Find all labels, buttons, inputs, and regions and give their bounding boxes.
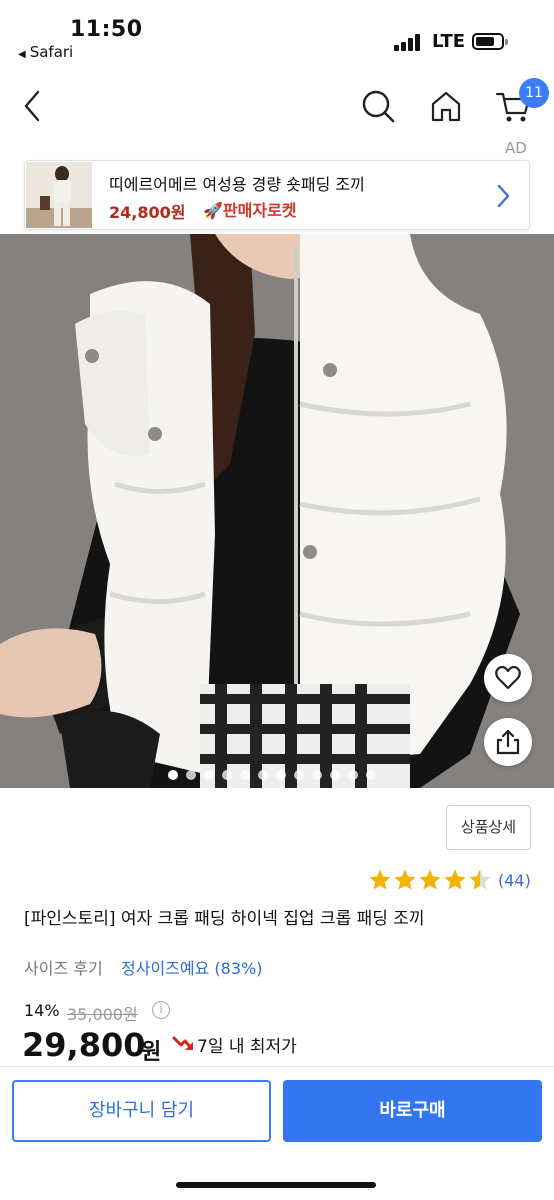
back-app-label: Safari (29, 43, 74, 61)
gallery-pagination (0, 770, 554, 784)
battery-icon (472, 33, 508, 50)
chevron-right-icon (497, 184, 510, 208)
gallery-dot[interactable] (294, 770, 304, 780)
ad-label: AD (505, 139, 527, 157)
ad-title: 띠에르어메르 여성용 경량 숏패딩 조끼 (109, 175, 365, 194)
price-unit: 원 (141, 1040, 162, 1065)
size-review-value[interactable]: 정사이즈예요 (83%) (121, 955, 262, 979)
ad-thumbnail (26, 162, 92, 228)
back-to-safari[interactable]: ◀ Safari (18, 43, 73, 61)
gallery-dot[interactable] (258, 770, 268, 780)
gallery-dot[interactable] (276, 770, 286, 780)
home-indicator (176, 1182, 376, 1188)
product-image[interactable] (0, 234, 554, 788)
back-triangle-icon: ◀ (18, 49, 26, 60)
star-icon (469, 869, 491, 890)
product-page: 11:50 ◀ Safari LTE 11 AD 띠에르어메르 여성용 경량 숏… (0, 0, 554, 1200)
gallery-dot[interactable] (330, 770, 340, 780)
star-icon (369, 869, 391, 890)
gallery-dot[interactable] (240, 770, 250, 780)
original-price: 35,000원 (67, 1005, 138, 1024)
back-icon[interactable] (18, 86, 48, 126)
signal-icon (394, 33, 424, 51)
rating-count[interactable]: (44) (498, 871, 531, 890)
star-icon (394, 869, 416, 890)
home-icon[interactable] (426, 86, 466, 126)
ad-banner[interactable]: 띠에르어메르 여성용 경량 숏패딩 조끼 24,800원 🚀판매자로켓 (24, 160, 530, 230)
size-review-label: 사이즈 후기 (24, 959, 103, 978)
star-icon (419, 869, 441, 890)
product-title: [파인스토리] 여자 크롭 패딩 하이넥 집업 크롭 패딩 조끼 (24, 909, 425, 929)
share-icon (496, 729, 520, 755)
network-label: LTE (432, 31, 466, 52)
product-detail-button[interactable]: 상품상세 (446, 805, 531, 850)
add-to-cart-button[interactable]: 장바구니 담기 (12, 1080, 271, 1142)
price-down-arrow-icon (172, 1036, 193, 1050)
like-button[interactable] (484, 654, 532, 702)
gallery-dot[interactable] (204, 770, 214, 780)
gallery-dot[interactable] (348, 770, 358, 780)
discount-rate: 14% (24, 1001, 60, 1020)
share-button[interactable] (484, 718, 532, 766)
gallery-dot[interactable] (222, 770, 232, 780)
ad-price: 24,800원 (109, 203, 186, 222)
status-time: 11:50 (70, 17, 143, 42)
sale-price: 29,800 (22, 1026, 146, 1064)
buy-now-button[interactable]: 바로구매 (283, 1080, 542, 1142)
gallery-dot[interactable] (366, 770, 376, 780)
bottom-action-bar: 장바구니 담기 바로구매 (0, 1066, 554, 1200)
ad-seller-rocket: 🚀판매자로켓 (203, 201, 297, 220)
star-icon (444, 869, 466, 890)
gallery-dot[interactable] (312, 770, 322, 780)
info-icon[interactable]: i (152, 1001, 170, 1019)
top-nav (0, 70, 554, 146)
lowest-price-label: 7일 내 최저가 (197, 1037, 297, 1057)
search-icon[interactable] (358, 86, 398, 126)
cart-count-badge: 11 (519, 78, 549, 108)
heart-icon (495, 665, 521, 690)
gallery-dot[interactable] (186, 770, 196, 780)
gallery-dot[interactable] (168, 770, 178, 780)
status-bar: 11:50 ◀ Safari LTE (0, 0, 554, 66)
